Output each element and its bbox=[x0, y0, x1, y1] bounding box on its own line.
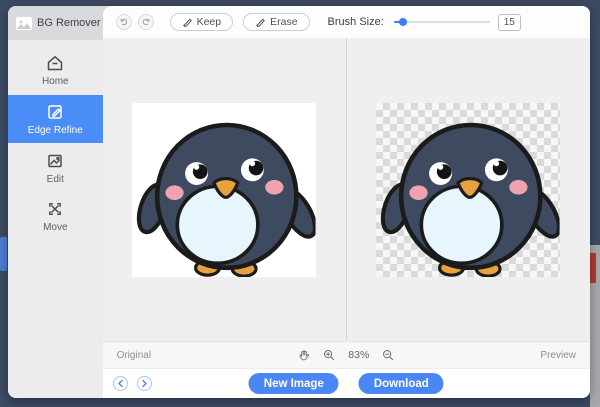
brush-size-label: Brush Size: bbox=[327, 16, 384, 28]
penguin-illustration bbox=[376, 103, 560, 277]
chevron-left-icon bbox=[117, 379, 123, 388]
app-window: BG Remover Home Edge Refine Edit Move Ke… bbox=[8, 6, 590, 398]
sidebar-item-label: Edit bbox=[46, 174, 64, 185]
zoom-level: 83% bbox=[348, 349, 370, 361]
zoom-controls: 83% bbox=[298, 349, 394, 362]
move-arrows-icon bbox=[49, 203, 62, 215]
redo-button[interactable] bbox=[137, 14, 154, 30]
slider-track[interactable] bbox=[393, 21, 490, 23]
hand-icon bbox=[299, 349, 310, 360]
original-image[interactable] bbox=[132, 102, 317, 277]
preview-panel[interactable] bbox=[347, 38, 590, 341]
brush-icon bbox=[256, 18, 265, 27]
pan-hand-button[interactable] bbox=[298, 349, 310, 362]
redo-arrow-icon bbox=[142, 18, 150, 26]
original-label: Original bbox=[116, 349, 152, 361]
photo-icon bbox=[48, 154, 63, 168]
background-window-artifact-left bbox=[0, 237, 7, 271]
sidebar-nav: Home Edge Refine Edit Move bbox=[8, 47, 111, 241]
sidebar-item-label: Edge Refine bbox=[27, 125, 83, 136]
erase-button-label: Erase bbox=[270, 16, 298, 28]
download-button[interactable]: Download bbox=[358, 373, 444, 394]
brush-size-slider[interactable] bbox=[393, 15, 490, 29]
next-image-button[interactable] bbox=[136, 376, 152, 391]
original-panel[interactable] bbox=[103, 38, 346, 341]
app-title: BG Remover bbox=[37, 17, 101, 29]
chevron-right-icon bbox=[141, 379, 147, 388]
previous-image-button[interactable] bbox=[112, 376, 128, 391]
magnifier-plus-icon bbox=[324, 350, 335, 361]
sidebar-item-edge-refine[interactable]: Edge Refine bbox=[8, 95, 111, 143]
canvas-area bbox=[102, 38, 590, 341]
sidebar-item-move[interactable]: Move bbox=[8, 193, 111, 239]
status-bar: Original 83% Preview bbox=[102, 341, 590, 368]
new-image-button[interactable]: New Image bbox=[248, 373, 339, 394]
slider-thumb[interactable] bbox=[398, 18, 407, 26]
undo-button[interactable] bbox=[115, 14, 132, 30]
preview-label: Preview bbox=[540, 349, 576, 361]
brush-size-value[interactable]: 15 bbox=[497, 13, 521, 31]
sidebar-item-label: Move bbox=[43, 222, 68, 233]
penguin-illustration bbox=[132, 103, 316, 277]
sidebar-item-label: Home bbox=[41, 76, 69, 87]
erase-button[interactable]: Erase bbox=[243, 13, 310, 31]
footer-action-buttons: New Image Download bbox=[248, 373, 444, 394]
main-area: Keep Erase Brush Size: 15 Original 83% P… bbox=[102, 6, 590, 398]
app-logo-icon bbox=[16, 16, 32, 30]
background-window-artifact-red bbox=[590, 253, 596, 283]
edit-pen-icon bbox=[48, 105, 63, 119]
sidebar-item-home[interactable]: Home bbox=[8, 47, 111, 93]
preview-image-transparent[interactable] bbox=[376, 102, 561, 277]
home-icon bbox=[48, 56, 63, 71]
sidebar: BG Remover Home Edge Refine Edit Move bbox=[8, 6, 111, 398]
app-logo-header: BG Remover bbox=[8, 6, 111, 40]
toolbar: Keep Erase Brush Size: 15 bbox=[102, 6, 590, 38]
keep-button-label: Keep bbox=[196, 16, 222, 28]
zoom-in-button[interactable] bbox=[323, 349, 335, 361]
magnifier-minus-icon bbox=[383, 350, 394, 361]
zoom-out-button[interactable] bbox=[382, 349, 394, 361]
undo-arrow-icon bbox=[119, 18, 127, 26]
brush-icon bbox=[182, 18, 192, 27]
keep-button[interactable]: Keep bbox=[169, 13, 234, 31]
footer-bar: New Image Download bbox=[102, 368, 590, 398]
sidebar-item-edit[interactable]: Edit bbox=[8, 145, 111, 191]
desktop-frame: BG Remover Home Edge Refine Edit Move Ke… bbox=[0, 0, 600, 407]
